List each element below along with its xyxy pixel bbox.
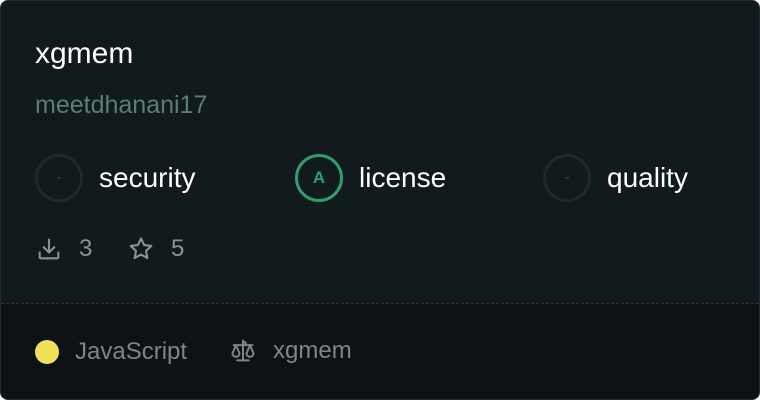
language-color-dot	[35, 340, 59, 364]
quality-score: - quality	[543, 154, 688, 202]
license-info: xgmem	[229, 337, 352, 365]
language-label: JavaScript	[75, 338, 188, 365]
license-score: A license	[295, 154, 446, 202]
card-body: xgmem meetdhanani17 - security A license…	[1, 1, 759, 303]
quality-label: quality	[607, 162, 688, 193]
repo-name[interactable]: xgmem	[35, 37, 133, 71]
license-label: license	[359, 162, 447, 193]
repo-card[interactable]: xgmem meetdhanani17 - security A license…	[0, 0, 760, 400]
security-score: - security	[35, 154, 195, 202]
language-info: JavaScript	[35, 338, 187, 366]
license-grade-badge: A	[295, 154, 343, 202]
security-label: security	[99, 162, 196, 193]
stars-stat: 5	[127, 235, 184, 263]
license-name: xgmem	[273, 337, 352, 364]
security-grade-badge: -	[35, 154, 83, 202]
star-icon	[129, 237, 153, 260]
download-icon	[38, 238, 60, 260]
downloads-stat: 3	[35, 235, 92, 263]
repo-owner[interactable]: meetdhanani17	[35, 91, 207, 120]
stars-count: 5	[171, 235, 185, 262]
quality-grade-badge: -	[543, 154, 591, 202]
scale-icon	[231, 339, 255, 362]
downloads-count: 3	[79, 235, 93, 262]
